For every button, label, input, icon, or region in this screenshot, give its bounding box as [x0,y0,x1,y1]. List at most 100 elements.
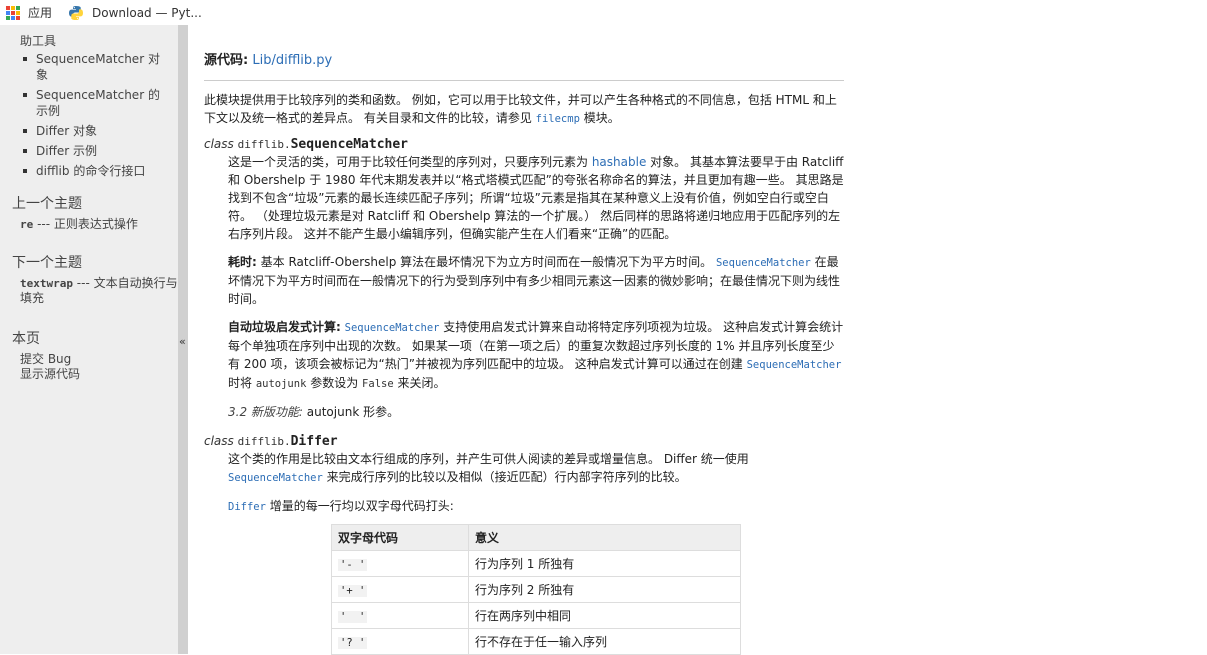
class-keyword: class [204,137,234,151]
python-logo-icon [69,5,84,20]
prev-topic-heading: 上一个主题 [12,196,82,212]
apps-dot [6,10,10,15]
table-header: 双字母代码 [331,524,469,551]
next-topic-code: textwrap [20,277,73,290]
toc-item-sequencematcher-objects[interactable]: SequenceMatcher 对象 [22,51,170,83]
table-header: 意义 [467,524,742,551]
toc-link[interactable]: SequenceMatcher 的示例 [36,88,160,118]
sidebar-collapse-button[interactable]: « [178,25,188,654]
table-row: '+ ' 行为序列 2 所独有 [331,576,742,603]
table-cell-code: ' ' [331,602,469,629]
version-label: 3.2 新版功能: [228,405,303,419]
next-topic-link[interactable]: textwrap --- 文本自动换行与填充 [0,276,178,306]
toc-link[interactable]: difflib 的命令行接口 [36,164,145,178]
sm-paragraph-2: 耗时: 基本 Ratcliff-Obershelp 算法在最坏情况下为立方时间而… [228,253,844,308]
toc-link[interactable]: Differ 示例 [36,144,97,158]
source-code-line: 源代码: Lib/difflib.py [204,49,844,68]
toc-item-differ-example[interactable]: Differ 示例 [22,143,170,159]
chevron-double-left-icon: « [179,335,186,348]
bookmark-python-download[interactable]: Download — Pyt... [68,5,202,21]
false-code: False [362,378,394,390]
sm-p3-bold: 自动垃圾启发式计算: [228,320,341,334]
df-paragraph-2: Differ 增量的每一行均以双字母代码打头: [228,497,844,516]
intro-paragraph: 此模块提供用于比较序列的类和函数。 例如，它可以用于比较文件，并可以产生各种格式… [204,91,844,128]
class-name: SequenceMatcher [290,137,409,152]
toc-link[interactable]: SequenceMatcher 对象 [36,52,160,82]
apps-grid-icon [6,5,20,20]
code-literal: ' ' [338,610,368,623]
sidebar: 助工具 SequenceMatcher 对象 SequenceMatcher 的… [0,25,178,654]
apps-dot [11,15,15,20]
hashable-link[interactable]: hashable [592,155,647,169]
toc-item-differ-objects[interactable]: Differ 对象 [22,123,170,139]
sequencematcher-link[interactable]: SequenceMatcher [228,472,323,484]
filecmp-link[interactable]: filecmp [536,113,580,125]
apps-dot [6,15,10,20]
bookmarks-bar: 应用 Download — Pyt... [0,0,1207,25]
toc-item-sequencematcher-examples[interactable]: SequenceMatcher 的示例 [22,87,170,119]
df-p2-text: 增量的每一行均以双字母代码打头: [265,499,454,513]
source-label: 源代码: [204,53,249,68]
differ-description: 这个类的作用是比较由文本行组成的序列，并产生可供人阅读的差异或增量信息。 Dif… [228,450,844,516]
version-text: autojunk 形参。 [302,405,400,419]
table-row: ' ' 行在两序列中相同 [331,602,742,629]
table-cell-meaning: 行在两序列中相同 [467,602,742,629]
sequencematcher-link[interactable]: SequenceMatcher [345,322,440,334]
sm-p2-bold: 耗时: [228,255,257,269]
class-keyword: class [204,434,234,448]
differ-link[interactable]: Differ [228,501,266,513]
autojunk-code: autojunk [255,378,307,390]
differ-signature: class difflib.Differ [204,433,844,450]
code-literal: '- ' [338,558,368,571]
report-bug-link[interactable]: 提交 Bug [0,352,178,367]
table-cell-meaning: 行不存在于任一输入序列 [467,628,742,655]
sm-p1-a: 这是一个灵活的类，可用于比较任何类型的序列对，只要序列元素为 [228,155,592,169]
table-row: '- ' 行为序列 1 所独有 [331,550,742,577]
sm-paragraph-3: 自动垃圾启发式计算: SequenceMatcher 支持使用启发式计算来自动将… [228,318,844,393]
prev-topic-code: re [20,218,34,231]
table-cell-meaning: 行为序列 1 所独有 [467,550,742,577]
code-literal: '+ ' [338,584,368,597]
next-topic-heading: 下一个主题 [12,255,82,271]
table-cell-code: '+ ' [331,576,469,603]
sequencematcher-link[interactable]: SequenceMatcher [747,359,842,371]
apps-dot [11,10,15,15]
sm-version-note: 3.2 新版功能: autojunk 形参。 [228,403,844,421]
bookmark-python-label: Download — Pyt... [92,5,202,20]
sm-p3-c: 参数设为 [306,376,363,390]
this-page-heading: 本页 [12,331,40,347]
sm-p3-b: 时将 [228,376,256,390]
sidebar-cut-item[interactable]: 助工具 [0,34,178,49]
table-cell-meaning: 行为序列 2 所独有 [467,576,742,603]
main-content: 源代码: Lib/difflib.py 此模块提供用于比较序列的类和函数。 例如… [204,25,844,655]
intro-text-1: 此模块提供用于比较序列的类和函数。 例如，它可以用于比较文件，并可以产生各种格式… [204,93,837,125]
prev-topic-link[interactable]: re --- 正则表达式操作 [0,217,178,232]
toc-link[interactable]: Differ 对象 [36,124,97,138]
class-name: Differ [290,434,338,449]
sequencematcher-description: 这是一个灵活的类，可用于比较任何类型的序列对，只要序列元素为 hashable … [228,153,844,421]
df-p1-a: 这个类的作用是比较由文本行组成的序列，并产生可供人阅读的差异或增量信息。 Dif… [228,452,749,466]
divider [204,80,844,81]
code-literal: '? ' [338,636,368,649]
table-header-row: 双字母代码 意义 [331,524,742,551]
toc-item-cli[interactable]: difflib 的命令行接口 [22,163,170,179]
source-link[interactable]: Lib/difflib.py [252,53,332,68]
sequencematcher-signature: class difflib.SequenceMatcher [204,136,844,153]
df-paragraph-1: 这个类的作用是比较由文本行组成的序列，并产生可供人阅读的差异或增量信息。 Dif… [228,450,844,487]
bookmark-apps-label: 应用 [28,6,53,20]
bookmark-apps[interactable]: 应用 [6,4,52,21]
module-prefix: difflib. [237,138,291,151]
table-cell-code: '- ' [331,550,469,577]
apps-dot [11,5,15,10]
prev-topic-text: --- 正则表达式操作 [33,217,138,231]
sm-p2-a: 基本 Ratcliff-Obershelp 算法在最坏情况下为立方时间而在一般情… [256,255,716,269]
apps-dot [16,10,20,15]
table-cell-code: '? ' [331,628,469,655]
sidebar-toc-list: SequenceMatcher 对象 SequenceMatcher 的示例 D… [0,51,178,179]
df-p1-b: 来完成行序列的比较以及相似（接近匹配）行内部字符序列的比较。 [322,470,687,484]
sequencematcher-link[interactable]: SequenceMatcher [716,257,811,269]
show-source-link[interactable]: 显示源代码 [0,367,178,382]
sm-p3-d: 来关闭。 [393,376,446,390]
apps-dot [16,5,20,10]
sm-paragraph-1: 这是一个灵活的类，可用于比较任何类型的序列对，只要序列元素为 hashable … [228,153,844,243]
